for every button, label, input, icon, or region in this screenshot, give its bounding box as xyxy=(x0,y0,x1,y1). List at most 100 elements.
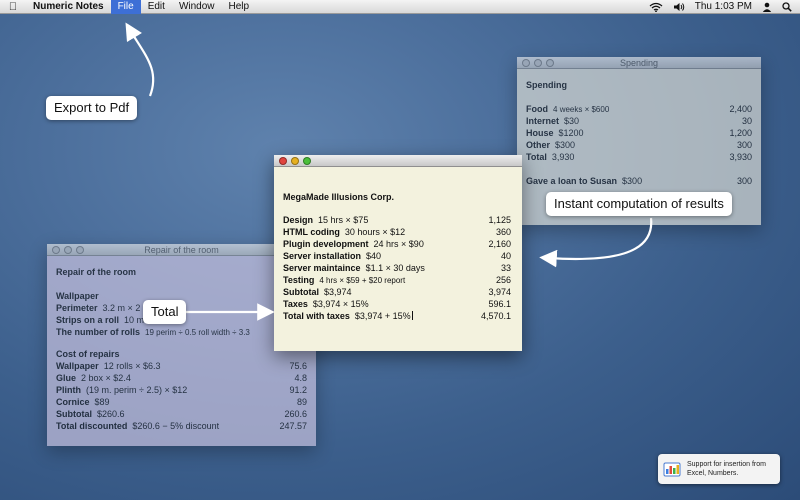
row-value: 1,200 xyxy=(729,128,752,138)
row-expression: 24 hrs × $90 xyxy=(373,239,424,249)
megamade-document[interactable]: MegaMade Illusions Corp. Design 15 hrs ×… xyxy=(274,167,522,330)
minimize-button[interactable] xyxy=(64,246,72,254)
window-title: Repair of the room xyxy=(144,245,219,255)
row-expression: $1.1 × 30 days xyxy=(365,263,425,273)
menu-window[interactable]: Window xyxy=(172,0,222,14)
calc-row: Glue 2 box × $2.4 4.8 xyxy=(56,372,307,384)
row-value: 3,974 xyxy=(488,287,511,297)
row-label: HTML coding xyxy=(283,227,340,237)
user-icon[interactable] xyxy=(762,2,772,12)
row-label: Strips on a roll xyxy=(56,315,120,325)
apple-icon[interactable]:  xyxy=(0,1,26,13)
calc-row: Food 4 weeks × $600 2,400 xyxy=(526,103,752,115)
document-heading: MegaMade Illusions Corp. xyxy=(283,192,395,202)
calc-row: Internet $30 30 xyxy=(526,115,752,127)
minimize-button[interactable] xyxy=(534,59,542,67)
text-cursor xyxy=(411,311,413,320)
menu-file[interactable]: File xyxy=(110,0,141,14)
clock[interactable]: Thu 1:03 PM xyxy=(695,1,752,12)
row-label: House xyxy=(526,128,554,138)
document-heading: Repair of the room xyxy=(56,267,137,277)
row-label: Wallpaper xyxy=(56,361,99,371)
row-expression: $89 xyxy=(94,397,110,407)
row-expression: 15 hrs × $75 xyxy=(318,215,369,225)
row-label: Other xyxy=(526,140,551,150)
row-label: Food xyxy=(526,104,548,114)
row-label: Glue xyxy=(56,373,77,383)
menu-help[interactable]: Help xyxy=(222,0,257,14)
row-value: 300 xyxy=(736,176,752,186)
close-button[interactable] xyxy=(52,246,60,254)
calc-row: Taxes $3,974 × 15% 596.1 xyxy=(283,298,511,310)
export-arrow xyxy=(125,22,155,97)
close-button[interactable] xyxy=(522,59,530,67)
row-expression: 2 box × $2.4 xyxy=(81,373,131,383)
row-expression: 19 perim ÷ 0.5 roll width ÷ 3.3 xyxy=(145,328,250,337)
calc-row: The number of rolls 19 perim ÷ 0.5 roll … xyxy=(56,326,307,338)
row-value: 33 xyxy=(500,263,511,273)
calc-row: Plinth (19 m. perim ÷ 2.5) × $12 91.2 xyxy=(56,384,307,396)
row-label: Total xyxy=(526,152,547,162)
spotlight-search-icon[interactable] xyxy=(782,1,792,12)
zoom-button[interactable] xyxy=(546,59,554,67)
row-label: The number of rolls xyxy=(56,327,141,337)
minimize-button[interactable] xyxy=(291,157,299,165)
calc-row: Plugin development 24 hrs × $90 2,160 xyxy=(283,238,511,250)
row-expression[interactable]: $3,974 + 15% xyxy=(355,311,411,321)
row-label: Testing xyxy=(283,275,315,285)
calc-row: Subtotal $260.6 260.6 xyxy=(56,408,307,420)
callout-export-to-pdf: Export to Pdf xyxy=(46,96,138,120)
notice-text: Support for insertion from Excel, Number… xyxy=(687,461,766,477)
row-value: 3,930 xyxy=(729,152,752,162)
row-value: 1,125 xyxy=(488,215,511,225)
row-label: Total discounted xyxy=(56,421,128,431)
megamade-window[interactable]: MegaMade Illusions Corp. Design 15 hrs ×… xyxy=(274,155,522,351)
row-expression: 4 hrs × $59 + $20 report xyxy=(319,276,406,285)
row-expression: $260.6 xyxy=(97,409,125,419)
zoom-button[interactable] xyxy=(303,157,311,165)
spreadsheet-icon xyxy=(663,462,681,477)
calc-row: Cornice $89 89 xyxy=(56,396,307,408)
menu-app-name[interactable]: Numeric Notes xyxy=(26,0,111,14)
row-expression: 4 weeks × $600 xyxy=(553,105,610,114)
row-label: Total with taxes xyxy=(283,311,350,321)
support-notice: Support for insertion from Excel, Number… xyxy=(658,454,780,484)
spending-titlebar[interactable]: Spending xyxy=(517,57,761,69)
row-expression: $30 xyxy=(564,116,580,126)
calc-row: House $1200 1,200 xyxy=(526,127,752,139)
row-expression: (19 m. perim ÷ 2.5) × $12 xyxy=(86,385,188,395)
row-label: Internet xyxy=(526,116,560,126)
row-expression: 3.2 m × 2 + xyxy=(102,303,149,313)
spending-document[interactable]: Spending Food 4 weeks × $600 2,400 Inter… xyxy=(517,69,761,197)
row-value: 30 xyxy=(741,116,752,126)
zoom-button[interactable] xyxy=(76,246,84,254)
megamade-titlebar[interactable] xyxy=(274,155,522,167)
section-heading: Cost of repairs xyxy=(56,349,120,359)
row-expression: 30 hours × $12 xyxy=(344,227,406,237)
close-button[interactable] xyxy=(279,157,287,165)
row-value: 40 xyxy=(500,251,511,261)
calc-row[interactable]: Total with taxes $3,974 + 15% 4,570.1 xyxy=(283,310,511,322)
window-title: Spending xyxy=(619,58,659,68)
row-expression: 12 rolls × $6.3 xyxy=(103,361,161,371)
calc-row: Design 15 hrs × $75 1,125 xyxy=(283,214,511,226)
volume-icon[interactable] xyxy=(673,2,685,12)
row-label: Subtotal xyxy=(56,409,92,419)
row-value: 247.57 xyxy=(279,421,307,431)
row-expression: $3,974 × 15% xyxy=(312,299,369,309)
row-value: 596.1 xyxy=(488,299,511,309)
row-expression: $300 xyxy=(622,176,643,186)
row-label: Plinth xyxy=(56,385,81,395)
row-label: Plugin development xyxy=(283,239,369,249)
wifi-icon[interactable] xyxy=(649,2,663,12)
row-value: 89 xyxy=(296,397,307,407)
row-value: 4,570.1 xyxy=(480,311,511,321)
row-value: 2,160 xyxy=(488,239,511,249)
row-expression: 3,930 xyxy=(551,152,575,162)
row-label: Perimeter xyxy=(56,303,98,313)
row-value: 2,400 xyxy=(729,104,752,114)
row-label: Taxes xyxy=(283,299,308,309)
menu-edit[interactable]: Edit xyxy=(141,0,172,14)
row-label: Cornice xyxy=(56,397,90,407)
calc-row: Other $300 300 xyxy=(526,139,752,151)
